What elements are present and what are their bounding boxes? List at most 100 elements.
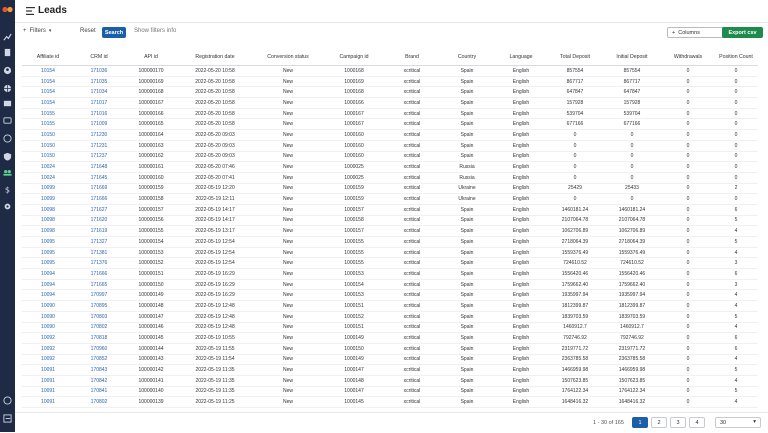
table-cell[interactable]: 171231 [74, 140, 124, 152]
app-logo-icon[interactable] [2, 5, 13, 14]
table-cell[interactable]: 10099 [22, 193, 74, 205]
table-cell[interactable]: 10154 [22, 76, 74, 88]
table-row[interactable]: 10094 171666 100000151 2022-05-19 16:29 New 1… [22, 268, 758, 280]
table-cell[interactable]: 10091 [22, 386, 74, 398]
table-row[interactable]: 10154 171035 100000169 2022-05-20 10:58 New 1… [22, 76, 758, 88]
column-header[interactable]: Conversion status [252, 50, 324, 66]
table-row[interactable]: 10091 170843 100000142 2022-05-19 11:35 New 1… [22, 364, 758, 376]
table-cell[interactable]: 10154 [22, 97, 74, 109]
table-cell[interactable]: 171237 [74, 151, 124, 163]
users-icon[interactable] [2, 168, 13, 177]
table-cell[interactable]: 10095 [22, 247, 74, 259]
table-cell[interactable]: 10154 [22, 65, 74, 77]
table-cell[interactable]: 10024 [22, 172, 74, 184]
table-row[interactable]: 10099 171666 100000158 2022-05-19 12:11 New 1… [22, 193, 758, 205]
table-row[interactable]: 10094 170997 100000149 2022-05-19 16:29 New 1… [22, 289, 758, 302]
table-cell[interactable]: 171376 [74, 257, 124, 270]
table-cell[interactable]: 10098 [22, 225, 74, 237]
column-header[interactable]: Brand [384, 50, 440, 66]
logout-icon[interactable] [3, 414, 12, 423]
table-row[interactable]: 10091 170842 100000141 2022-05-19 11:35 New 1… [22, 375, 758, 387]
table-cell[interactable]: 171327 [74, 236, 124, 248]
column-header[interactable]: API id [124, 50, 178, 66]
table-cell[interactable]: 10094 [22, 279, 74, 291]
table-cell[interactable]: 171627 [74, 204, 124, 216]
table-cell[interactable]: 170852 [74, 354, 124, 366]
table-row[interactable]: 10024 171645 100000160 2022-05-20 07:41 New 1… [22, 172, 758, 184]
table-row[interactable]: 10090 170802 100000146 2022-05-19 12:48 New 1… [22, 322, 758, 334]
world-icon[interactable] [3, 134, 12, 143]
column-header[interactable]: CRM id [74, 50, 124, 66]
globe-icon[interactable] [3, 84, 12, 93]
table-cell[interactable]: 171665 [74, 279, 124, 291]
table-cell[interactable]: 171017 [74, 97, 124, 109]
export-csv-button[interactable]: Export csv [722, 27, 763, 38]
column-header[interactable]: Registration date [178, 50, 252, 66]
table-row[interactable]: 10098 171620 100000156 2022-05-19 14:17 New 1… [22, 215, 758, 227]
table-row[interactable]: 10092 170818 100000145 2022-05-19 10:55 New 1… [22, 332, 758, 344]
table-row[interactable]: 10155 171016 100000166 2022-05-20 10:58 New 1… [22, 108, 758, 120]
table-cell[interactable]: 171669 [74, 183, 124, 195]
table-cell[interactable]: 10150 [22, 151, 74, 163]
table-cell[interactable]: 170841 [74, 386, 124, 398]
table-cell[interactable]: 171381 [74, 247, 124, 259]
chart-icon[interactable] [3, 33, 12, 42]
table-cell[interactable]: 10150 [22, 129, 74, 141]
table-cell[interactable]: 10098 [22, 204, 74, 216]
table-cell[interactable]: 170842 [74, 375, 124, 387]
table-cell[interactable]: 171036 [74, 65, 124, 77]
table-row[interactable]: 10155 171009 100000165 2022-05-20 10:58 New 1… [22, 118, 758, 131]
table-cell[interactable]: 171648 [74, 161, 124, 173]
table-cell[interactable]: 10150 [22, 140, 74, 152]
table-cell[interactable]: 171009 [74, 118, 124, 131]
page-size-select[interactable]: 30 ▾ [715, 417, 761, 428]
shield-icon[interactable] [3, 152, 12, 161]
table-row[interactable]: 10150 171230 100000164 2022-05-20 09:03 New 1… [22, 129, 758, 141]
table-cell[interactable]: 10024 [22, 161, 74, 173]
table-row[interactable]: 10150 171231 100000163 2022-05-20 09:03 New 1… [22, 140, 758, 152]
table-cell[interactable]: 170843 [74, 364, 124, 376]
table-cell[interactable]: 171645 [74, 172, 124, 184]
table-row[interactable]: 10154 171036 100000170 2022-05-20 10:58 New 1… [22, 65, 758, 77]
column-header[interactable]: Campaign id [324, 50, 384, 66]
menu-icon[interactable] [26, 7, 35, 15]
table-cell[interactable]: 10090 [22, 322, 74, 334]
dollar-icon[interactable]: $ [3, 185, 12, 194]
table-row[interactable]: 10095 171376 100000152 2022-05-19 12:54 New 1… [22, 257, 758, 270]
table-cell[interactable]: 10099 [22, 183, 74, 195]
table-cell[interactable]: 10091 [22, 375, 74, 387]
column-header[interactable]: Position Count [714, 50, 758, 66]
table-row[interactable]: 10090 170895 100000148 2022-05-19 12:48 New 1… [22, 300, 758, 312]
column-header[interactable]: Withdrawals [662, 50, 714, 66]
table-cell[interactable]: 170802 [74, 396, 124, 408]
table-cell[interactable]: 171230 [74, 129, 124, 141]
table-cell[interactable]: 10095 [22, 257, 74, 270]
table-cell[interactable]: 10092 [22, 332, 74, 344]
column-header[interactable]: Total Deposit [548, 50, 602, 66]
table-cell[interactable]: 10155 [22, 118, 74, 131]
table-cell[interactable]: 171666 [74, 193, 124, 205]
table-row[interactable]: 10092 170852 100000143 2022-05-19 11:54 New 1… [22, 354, 758, 366]
table-cell[interactable]: 10092 [22, 354, 74, 366]
settings-icon[interactable] [3, 202, 12, 211]
table-row[interactable]: 10092 170960 100000144 2022-05-19 11:55 New 1… [22, 343, 758, 355]
table-cell[interactable]: 171034 [74, 86, 124, 99]
table-cell[interactable]: 10091 [22, 364, 74, 376]
table-cell[interactable]: 10094 [22, 268, 74, 280]
table-cell[interactable]: 171016 [74, 108, 124, 120]
page-4-button[interactable]: 4 [689, 417, 705, 428]
column-header[interactable]: Language [494, 50, 548, 66]
table-cell[interactable]: 170960 [74, 343, 124, 355]
table-cell[interactable]: 171620 [74, 215, 124, 227]
table-cell[interactable]: 170818 [74, 332, 124, 344]
table-row[interactable]: 10095 171327 100000154 2022-05-19 12:54 New 1… [22, 236, 758, 248]
table-row[interactable]: 10091 170841 100000140 2022-05-19 11:35 New 1… [22, 386, 758, 398]
table-row[interactable]: 10095 171381 100000153 2022-05-19 12:54 New 1… [22, 247, 758, 259]
table-cell[interactable]: 171619 [74, 225, 124, 237]
table-cell[interactable]: 10091 [22, 396, 74, 408]
reset-button[interactable]: Reset [80, 28, 96, 34]
page-3-button[interactable]: 3 [670, 417, 686, 428]
table-row[interactable]: 10091 170802 100000139 2022-05-19 11:25 New 1… [22, 396, 758, 408]
table-cell[interactable]: 170803 [74, 311, 124, 323]
table-cell[interactable]: 10095 [22, 236, 74, 248]
